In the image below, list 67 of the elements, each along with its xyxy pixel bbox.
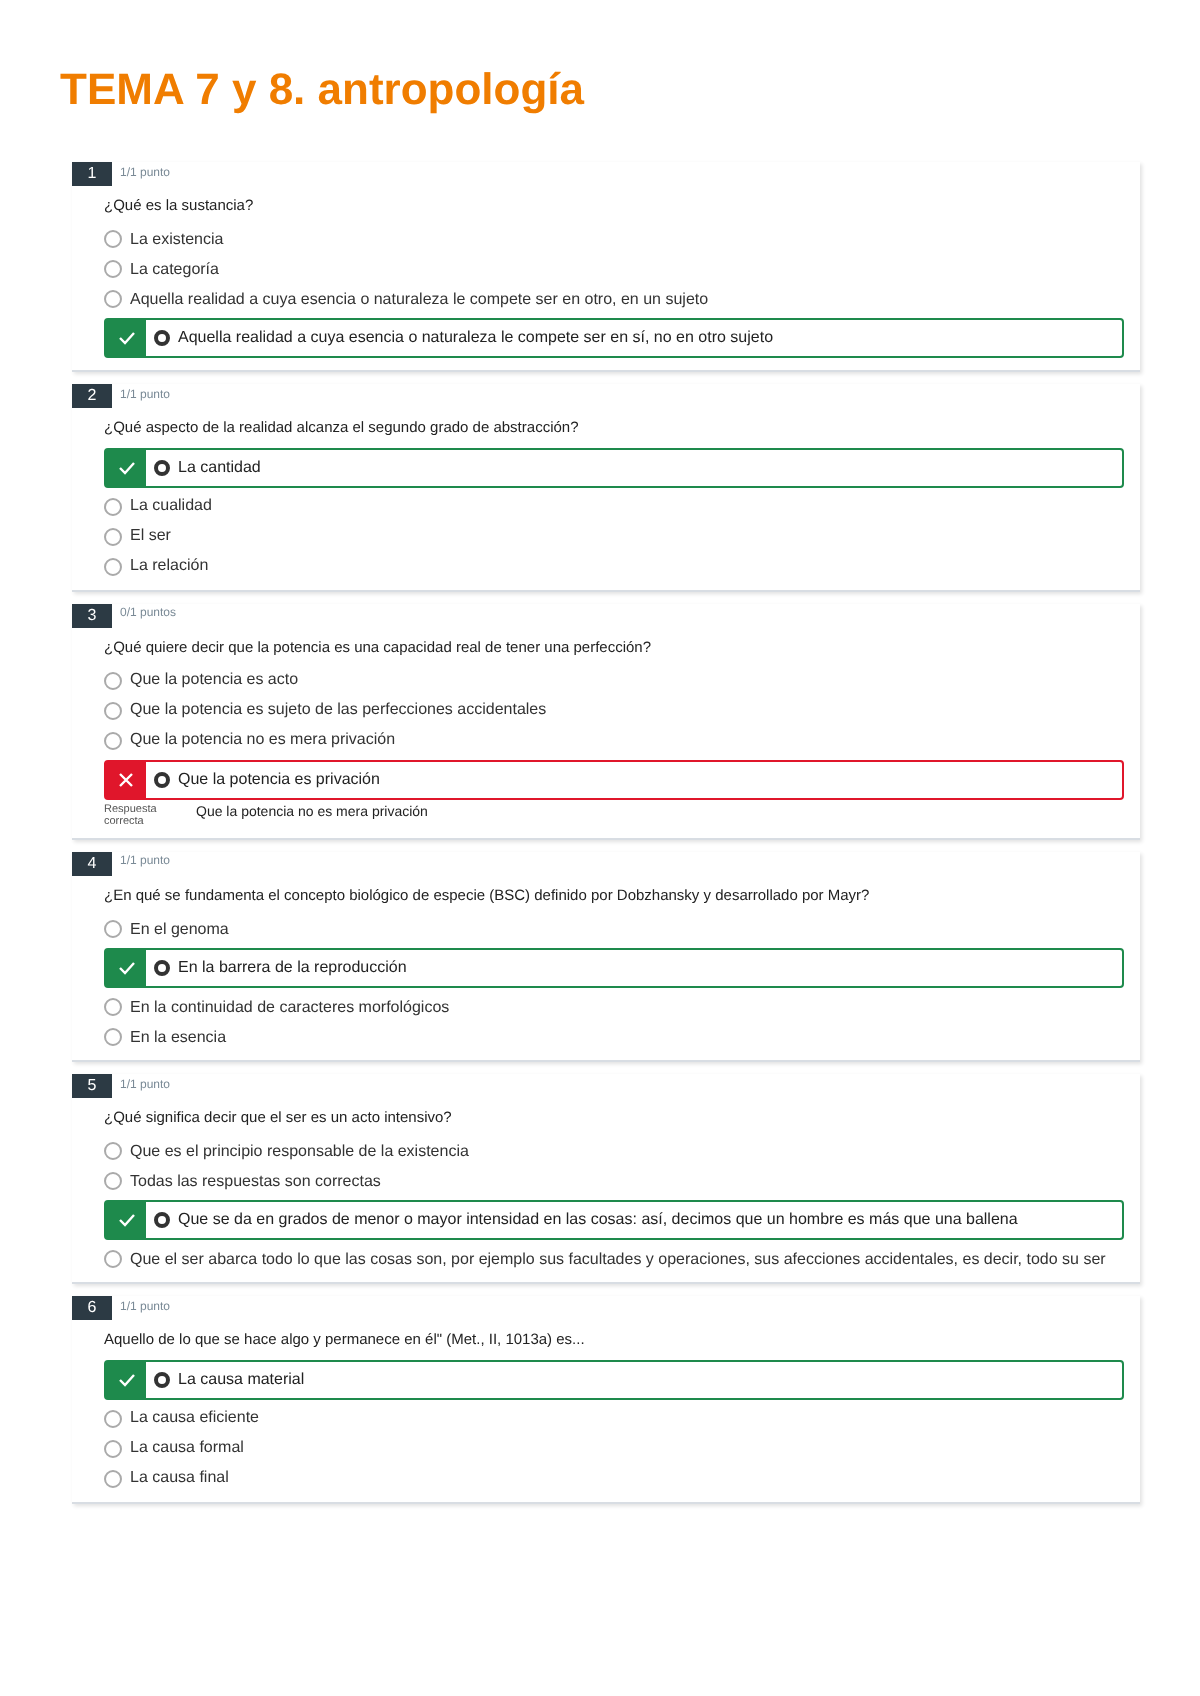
radio-button[interactable]	[104, 230, 122, 249]
radio-selected[interactable]	[154, 960, 170, 977]
answer-text: La categoría	[130, 257, 219, 282]
radio-selected[interactable]	[154, 330, 170, 347]
radio-button[interactable]	[104, 527, 122, 545]
selected-answer[interactable]: Que se da en grados de menor o mayor intensidad en las cosas: así, decimos que un hombre es más que una ballena	[104, 1200, 1124, 1241]
question-number: 2	[72, 384, 112, 409]
answer-text: La relación	[130, 554, 209, 578]
page-title: TEMA 7 y 8. antropología	[60, 62, 587, 118]
radio-button[interactable]	[104, 1172, 122, 1191]
radio-button[interactable]	[104, 1409, 122, 1428]
answer-text: Todas las respuestas son correctas	[130, 1169, 381, 1194]
check-icon	[117, 1212, 135, 1229]
answer-text: La causa formal	[130, 1436, 244, 1461]
answer-text: La causa final	[130, 1466, 229, 1491]
answer-text: La causa eficiente	[130, 1406, 259, 1431]
radio-button[interactable]	[104, 290, 122, 309]
answer-text: La cantidad	[178, 455, 261, 479]
answer-text: El ser	[130, 524, 171, 548]
radio-button[interactable]	[104, 701, 122, 720]
answer-text: En la continuidad de caracteres morfológicos	[130, 995, 450, 1020]
radio-button[interactable]	[104, 671, 122, 690]
question-number: 6	[72, 1296, 112, 1321]
answer-text: En la barrera de la reproducción	[178, 956, 407, 981]
check-icon	[117, 459, 135, 475]
question-number: 5	[72, 1074, 112, 1099]
radio-selected[interactable]	[154, 459, 170, 475]
answer-text: Que la potencia es privación	[178, 767, 380, 792]
close-icon	[118, 771, 134, 788]
radio-button[interactable]	[104, 1028, 122, 1047]
radio-button[interactable]	[104, 557, 122, 575]
answer-text: Que la potencia es acto	[130, 668, 299, 693]
selected-answer[interactable]: Que la potencia es privación	[104, 759, 1124, 800]
answer-text: En la esencia	[130, 1025, 227, 1050]
radio-button[interactable]	[104, 731, 122, 750]
radio-button[interactable]	[104, 998, 122, 1017]
selected-answer[interactable]: En la barrera de la reproducción	[104, 948, 1124, 989]
answer-text: Que la potencia es sujeto de las perfecciones accidentales	[130, 698, 547, 723]
answer-text: La cualidad	[130, 494, 212, 518]
radio-selected[interactable]	[154, 1371, 170, 1388]
radio-button[interactable]	[104, 260, 122, 279]
question-number: 1	[72, 162, 112, 186]
answer-text: En el genoma	[130, 917, 229, 942]
selected-answer[interactable]: Aquella realidad a cuya esencia o naturaleza le compete ser en sí, no en otro sujeto	[104, 318, 1124, 359]
radio-button[interactable]	[104, 497, 122, 515]
answer-text: Que se da en grados de menor o mayor intensidad en las cosas: así, decimos que un hombre es más que una ballena	[178, 1208, 1018, 1233]
check-icon	[117, 960, 135, 977]
radio-button[interactable]	[104, 920, 122, 939]
answer-text: Aquella realidad a cuya esencia o naturaleza le compete ser en sí, no en otro sujeto	[178, 326, 774, 351]
check-icon	[117, 1371, 135, 1388]
check-icon	[117, 330, 135, 347]
selected-answer[interactable]: La causa material	[104, 1359, 1124, 1400]
answer-text: La existencia	[130, 227, 224, 252]
question-number: 3	[72, 603, 112, 627]
radio-button[interactable]	[104, 1469, 122, 1488]
radio-button[interactable]	[104, 1142, 122, 1161]
radio-selected[interactable]	[154, 771, 170, 788]
selected-answer[interactable]: La cantidad	[104, 447, 1124, 487]
answer-text: Aquella realidad a cuya esencia o naturaleza le compete ser en otro, en un sujeto	[130, 287, 709, 312]
radio-button[interactable]	[104, 1439, 122, 1458]
answer-text: La causa material	[178, 1367, 305, 1392]
answer-text: Que el ser abarca todo lo que las cosas son, por ejemplo sus facultades y operaciones, sus afecciones accidentales, es decir, todo su ser	[130, 1247, 1106, 1272]
question-number: 4	[72, 851, 112, 876]
answer-text: Que la potencia no es mera privación	[130, 728, 396, 753]
radio-button[interactable]	[104, 1250, 122, 1269]
answer-text: Que es el principio responsable de la existencia	[130, 1139, 469, 1164]
radio-selected[interactable]	[154, 1212, 170, 1229]
